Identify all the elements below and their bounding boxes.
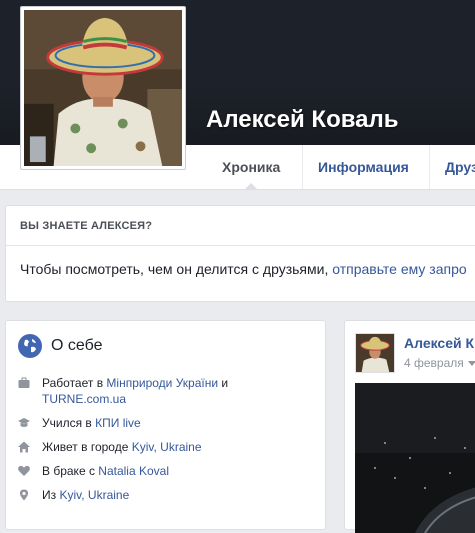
post-author-avatar[interactable] xyxy=(355,333,395,373)
profile-picture[interactable] xyxy=(20,6,186,170)
intro-item-prefix: Работает в xyxy=(42,376,107,390)
audience-chevron-icon xyxy=(467,361,475,367)
do-you-know-card: ВЫ ЗНАЕТЕ АЛЕКСЕЯ? Чтобы посмотреть, чем… xyxy=(5,205,475,302)
timeline-post: Алексей К 4 февраля xyxy=(344,320,475,533)
graduation-cap-icon xyxy=(18,418,30,427)
profile-photo-image xyxy=(24,10,182,166)
intro-item-text: Живет в городе Kyiv, Ukraine xyxy=(42,439,312,455)
tab-about[interactable]: Информация xyxy=(302,145,424,189)
tab-friends[interactable]: Друз xyxy=(429,145,475,189)
employer-link[interactable]: Мінприроди України xyxy=(106,376,218,390)
home-icon xyxy=(18,441,30,453)
intro-item-prefix: Живет в городе xyxy=(42,440,132,454)
intro-title: О себе xyxy=(51,337,103,354)
spouse-link[interactable]: Natalia Koval xyxy=(98,464,169,478)
employer-link-2[interactable]: TURNE.com.ua xyxy=(42,392,126,406)
intro-item-suffix: и xyxy=(218,376,229,390)
card-title: ВЫ ЗНАЕТЕ АЛЕКСЕЯ? xyxy=(20,220,153,232)
post-author-name[interactable]: Алексей К xyxy=(404,335,474,351)
profile-name[interactable]: Алексей Коваль xyxy=(206,106,399,134)
intro-item-text: Работает в Мінприроди України и TURNE.co… xyxy=(42,375,312,407)
send-request-link[interactable]: отправьте ему запро xyxy=(332,261,466,277)
post-date-text: 4 февраля xyxy=(404,356,464,370)
intro-item-text: Учился в КПИ live xyxy=(42,415,312,431)
globe-icon xyxy=(18,334,42,358)
card-message: Чтобы посмотреть, чем он делится с друзь… xyxy=(20,261,467,277)
current-city-link[interactable]: Kyiv, Ukraine xyxy=(132,440,202,454)
intro-card: О себе Работает в Мінприроди України и T… xyxy=(5,320,326,530)
intro-item-text: В браке с Natalia Koval xyxy=(42,463,312,479)
hometown-link[interactable]: Kyiv, Ukraine xyxy=(59,488,129,502)
intro-item-prefix: Из xyxy=(42,488,60,502)
intro-item-prefix: В браке с xyxy=(42,464,99,478)
card-header: ВЫ ЗНАЕТЕ АЛЕКСЕЯ? xyxy=(6,206,475,246)
post-photo[interactable] xyxy=(355,383,475,533)
avatar-image xyxy=(356,334,394,372)
message-text: Чтобы посмотреть, чем он делится с друзь… xyxy=(20,261,333,277)
map-pin-icon xyxy=(20,489,28,501)
heart-icon xyxy=(18,465,30,476)
post-timestamp[interactable]: 4 февраля xyxy=(404,356,475,370)
post-photo-image xyxy=(355,383,475,533)
briefcase-icon xyxy=(18,377,30,388)
school-link[interactable]: КПИ live xyxy=(95,416,141,430)
tab-timeline[interactable]: Хроника xyxy=(207,145,295,189)
intro-item-text: Из Kyiv, Ukraine xyxy=(42,487,312,503)
intro-item-prefix: Учился в xyxy=(42,416,96,430)
